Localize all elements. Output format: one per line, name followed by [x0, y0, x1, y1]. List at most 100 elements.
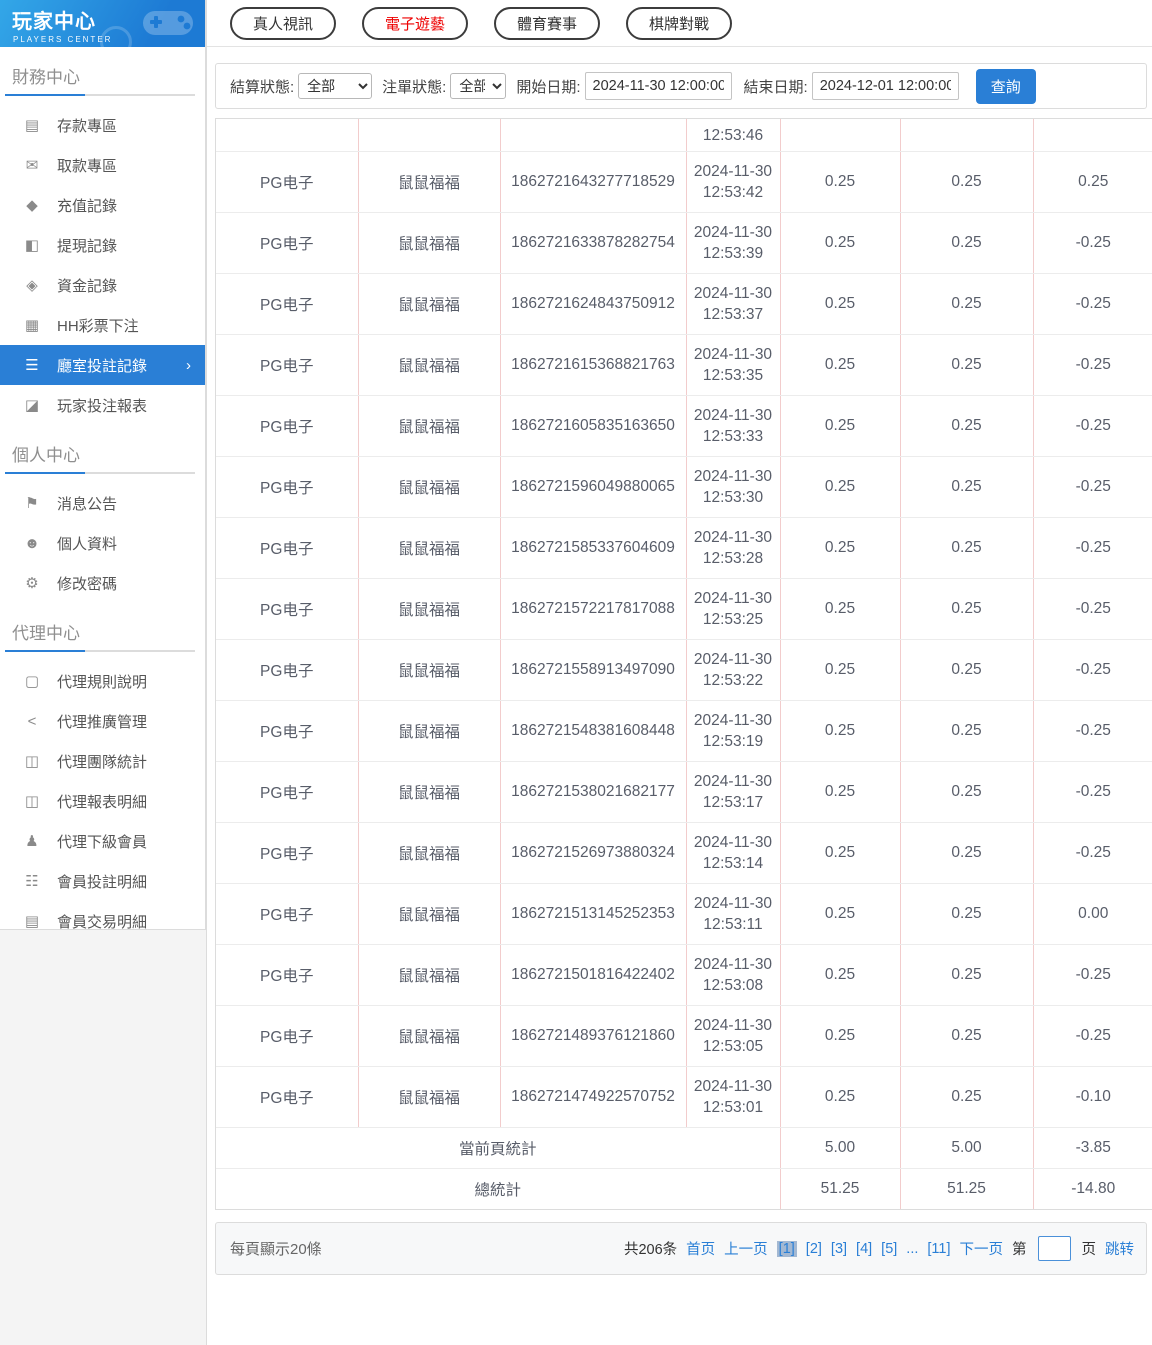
withdraw-hand-icon: ✉ — [25, 157, 39, 174]
cell-win-loss: -0.25 — [1033, 517, 1152, 579]
cell-valid-bet: 0.25 — [900, 334, 1034, 396]
sidebar-item[interactable]: ♟ 代理下級會員 — [0, 821, 205, 861]
sidebar-item[interactable]: ▢ 代理規則說明 — [0, 661, 205, 701]
next-page-link[interactable]: 下一页 — [960, 1238, 1004, 1259]
sidebar-item[interactable]: ⚑ 消息公告 — [0, 483, 205, 523]
sidebar-item[interactable]: ✉ 取款專區 — [0, 145, 205, 185]
start-date-input[interactable] — [584, 72, 732, 100]
category-tab[interactable]: 棋牌對戰 — [626, 6, 733, 40]
wallet-icon: ◧ — [24, 237, 40, 254]
sidebar-item[interactable]: ◆ 充值記錄 — [0, 185, 205, 225]
sidebar-section-title: 財務中心 — [12, 68, 80, 87]
cell-order-id: 1862721548381608448 — [500, 700, 687, 762]
summary-row-current-page: 當前頁統計 5.00 5.00 -3.85 — [216, 1127, 1152, 1169]
table-row: PG电子 鼠鼠福福 1862721605835163650 2024-11-30… — [216, 395, 1152, 457]
cell-time: 2024-11-30 12:53:30 — [686, 456, 781, 518]
category-tab[interactable]: 電子遊藝 — [362, 6, 469, 40]
table-row: PG电子 鼠鼠福福 1862721624843750912 2024-11-30… — [216, 273, 1152, 335]
cell-win-loss: 0.25 — [1033, 151, 1152, 213]
cell-bet-amount: 0.25 — [780, 578, 901, 640]
cell-game-name: 鼠鼠福福 — [358, 822, 501, 884]
cell-time: 2024-11-30 12:53:33 — [686, 395, 781, 457]
cell-game-name: 鼠鼠福福 — [358, 1066, 501, 1128]
cell-platform: PG电子 — [216, 700, 359, 762]
page-number-link[interactable]: ... — [906, 1241, 918, 1257]
sidebar-item[interactable]: ◧ 提現記錄 — [0, 225, 205, 265]
cell-win-loss: -0.25 — [1033, 1005, 1152, 1067]
summary-valid-bet: 51.25 — [900, 1168, 1034, 1209]
cell-platform: PG电子 — [216, 1066, 359, 1128]
cell-time: 2024-11-30 12:53:22 — [686, 639, 781, 701]
section-divider — [5, 472, 195, 474]
sidebar-item[interactable]: ⚙ 修改密碼 — [0, 563, 205, 603]
cell-bet-amount: 0.25 — [780, 517, 901, 579]
sidebar-item[interactable]: ☰ 廳室投註記錄 › — [0, 345, 205, 385]
goto-suffix-label: 页 — [1081, 1242, 1097, 1258]
goto-jump-link[interactable]: 跳转 — [1105, 1238, 1134, 1259]
cell-win-loss: -0.25 — [1033, 639, 1152, 701]
cell-time: 2024-11-30 12:53:05 — [686, 1005, 781, 1067]
cell-bet-amount: 0.25 — [780, 334, 901, 396]
cell-order-id: 1862721624843750912 — [500, 273, 687, 335]
page-size-text: 每頁顯示20條 — [230, 1241, 322, 1258]
end-date-label: 結束日期: — [743, 78, 808, 96]
sidebar-item[interactable]: ☻ 個人資料 — [0, 523, 205, 563]
sidebar-item[interactable]: ◪ 玩家投注報表 — [0, 385, 205, 425]
table-row: PG电子 鼠鼠福福 1862721643277718529 2024-11-30… — [216, 151, 1152, 213]
cell-bet-amount: 0.25 — [780, 273, 901, 335]
cell-win-loss: 0.00 — [1033, 883, 1152, 945]
cell-bet-amount: 0.25 — [780, 1066, 901, 1128]
sidebar-item[interactable]: < 代理推廣管理 — [0, 701, 205, 741]
page-number-link[interactable]: [5] — [881, 1241, 897, 1257]
query-button[interactable]: 查詢 — [975, 68, 1036, 104]
page-number-link[interactable]: [4] — [856, 1241, 872, 1257]
table-row: PG电子 鼠鼠福福 1862721538021682177 2024-11-30… — [216, 761, 1152, 823]
cell-win-loss: -0.25 — [1033, 761, 1152, 823]
sidebar-item[interactable]: ▦ HH彩票下注 — [0, 305, 205, 345]
sidebar-item[interactable]: ◈ 資金記錄 — [0, 265, 205, 305]
lottery-ticket-icon: ▦ — [24, 317, 40, 334]
cell-valid-bet: 0.25 — [900, 395, 1034, 457]
cell-time: 2024-11-30 12:53:11 — [686, 883, 781, 945]
sidebar-item[interactable]: ☷ 會員投註明細 — [0, 861, 205, 901]
cell-bet-amount: 0.25 — [780, 456, 901, 518]
cell-valid-bet: 0.25 — [900, 1005, 1034, 1067]
cell-order-id: 1862721605835163650 — [500, 395, 687, 457]
cell-bet-amount: 0.25 — [780, 395, 901, 457]
cell-win-loss: -0.25 — [1033, 334, 1152, 396]
sidebar-item[interactable]: ▤ 會員交易明細 — [0, 901, 205, 941]
page-number-link[interactable]: [3] — [831, 1241, 847, 1257]
sidebar-item-label: 代理團隊統計 — [57, 753, 148, 771]
sidebar-item[interactable]: ◫ 代理報表明細 — [0, 781, 205, 821]
end-date-input[interactable] — [811, 72, 959, 100]
gear-icon: ⚙ — [25, 575, 39, 592]
table-row: PG电子 鼠鼠福福 1862721585337604609 2024-11-30… — [216, 517, 1152, 579]
table-row: PG电子 鼠鼠福福 1862721501816422402 2024-11-30… — [216, 944, 1152, 1006]
table-row: PG电子 鼠鼠福福 1862721489376121860 2024-11-30… — [216, 1005, 1152, 1067]
sidebar-item-label: 提現記錄 — [57, 237, 118, 255]
page-number-link[interactable]: [1] — [776, 1240, 797, 1257]
share-icon: < — [27, 712, 37, 730]
settle-status-select[interactable]: 全部 — [298, 73, 373, 99]
first-page-link[interactable]: 首页 — [686, 1238, 715, 1259]
prev-page-link[interactable]: 上一页 — [724, 1238, 768, 1259]
chevron-right-icon: › — [186, 356, 191, 374]
order-status-select[interactable]: 全部 — [450, 73, 507, 99]
sidebar-item-label: HH彩票下注 — [57, 317, 139, 335]
cell-game-name: 鼠鼠福福 — [358, 1005, 501, 1067]
cell-platform: PG电子 — [216, 212, 359, 274]
cell-platform: PG电子 — [216, 1005, 359, 1067]
goto-page-input[interactable] — [1037, 1236, 1071, 1261]
sidebar-item-label: 代理規則說明 — [57, 673, 148, 691]
cell-valid-bet: 0.25 — [900, 273, 1034, 335]
sidebar-item[interactable]: ◫ 代理團隊統計 — [0, 741, 205, 781]
sidebar-item[interactable]: ▤ 存款專區 — [0, 105, 205, 145]
page-links: [1] [2] [3] [4] [5] ... [11] — [776, 1240, 951, 1257]
category-tab[interactable]: 體育賽事 — [494, 6, 601, 40]
cell-game-name: 鼠鼠福福 — [358, 212, 501, 274]
page-number-link[interactable]: [11] — [927, 1241, 950, 1257]
section-divider — [5, 650, 195, 652]
page-number-link[interactable]: [2] — [806, 1241, 822, 1257]
category-tab[interactable]: 真人視訊 — [230, 6, 337, 40]
cell-game-name: 鼠鼠福福 — [358, 639, 501, 701]
